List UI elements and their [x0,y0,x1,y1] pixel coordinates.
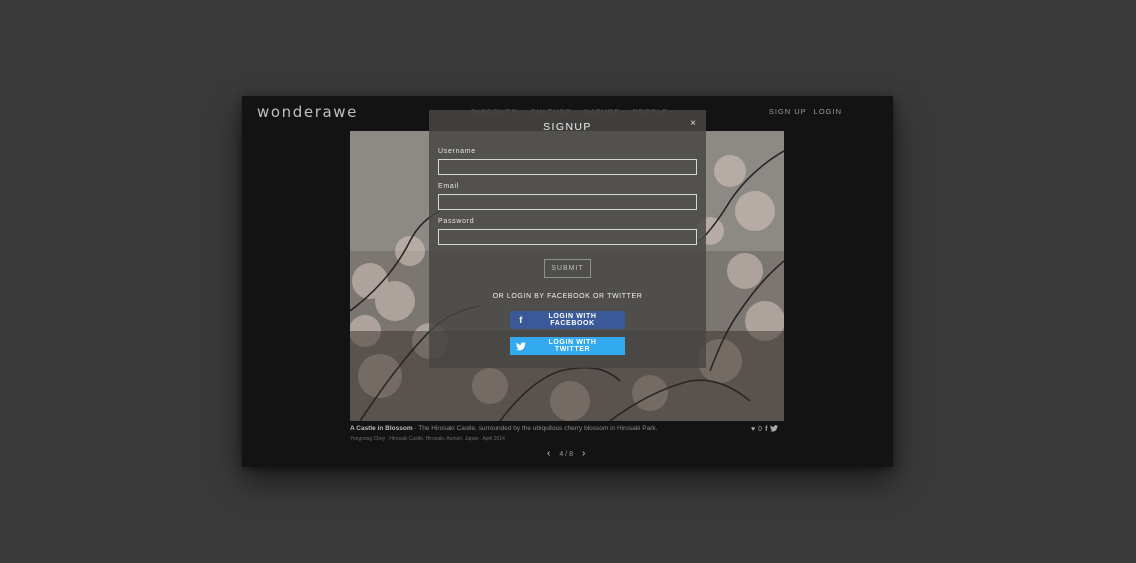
email-input[interactable] [438,194,697,210]
facebook-share-icon[interactable]: f [765,426,767,433]
signup-link[interactable]: SIGN UP [769,107,807,116]
facebook-login-label: LOGIN WITH FACEBOOK [548,313,597,327]
photo-caption: A Castle in Blossom - The Hirosaki Castl… [350,425,784,432]
login-link[interactable]: LOGIN [814,107,842,116]
password-label: Password [438,218,475,225]
facebook-icon: f [519,315,523,325]
facebook-login-button[interactable]: f LOGIN WITH FACEBOOK [510,311,625,329]
username-label: Username [438,148,476,155]
auth-links: SIGN UP LOGIN [769,107,842,116]
social-login-prompt: OR LOGIN BY FACEBOOK OR TWITTER [492,293,643,300]
caption-title: A Castle in Blossom [350,425,413,432]
modal-title: SIGNUP [543,121,592,133]
page-indicator: 4 / 8 [559,450,573,458]
email-label: Email [438,183,460,190]
close-icon[interactable]: × [690,118,696,129]
photo-credit: Yongcong Choy . Hirosaki Castle, Hirosak… [350,436,505,442]
photo-actions: ♥ 0 f [751,425,779,434]
like-count: 0 [758,426,763,433]
twitter-login-button[interactable]: LOGIN WITH TWITTER [510,337,625,355]
password-input[interactable] [438,229,697,245]
twitter-icon [510,337,532,355]
logo[interactable]: wonderawe [257,103,358,121]
submit-button[interactable]: SUBMIT [544,259,591,278]
caption-text: - The Hirosaki Castle, surrounded by the… [412,425,658,432]
pager: ‹ 4 / 8 › [547,449,585,459]
username-input[interactable] [438,159,697,175]
twitter-login-label: LOGIN WITH TWITTER [548,339,597,353]
chevron-left-icon[interactable]: ‹ [547,449,550,459]
signup-modal: SIGNUP × Username Email Password SUBMIT … [429,110,706,368]
twitter-share-icon[interactable] [770,425,779,434]
heart-icon[interactable]: ♥ [751,426,755,433]
chevron-right-icon[interactable]: › [582,449,585,459]
